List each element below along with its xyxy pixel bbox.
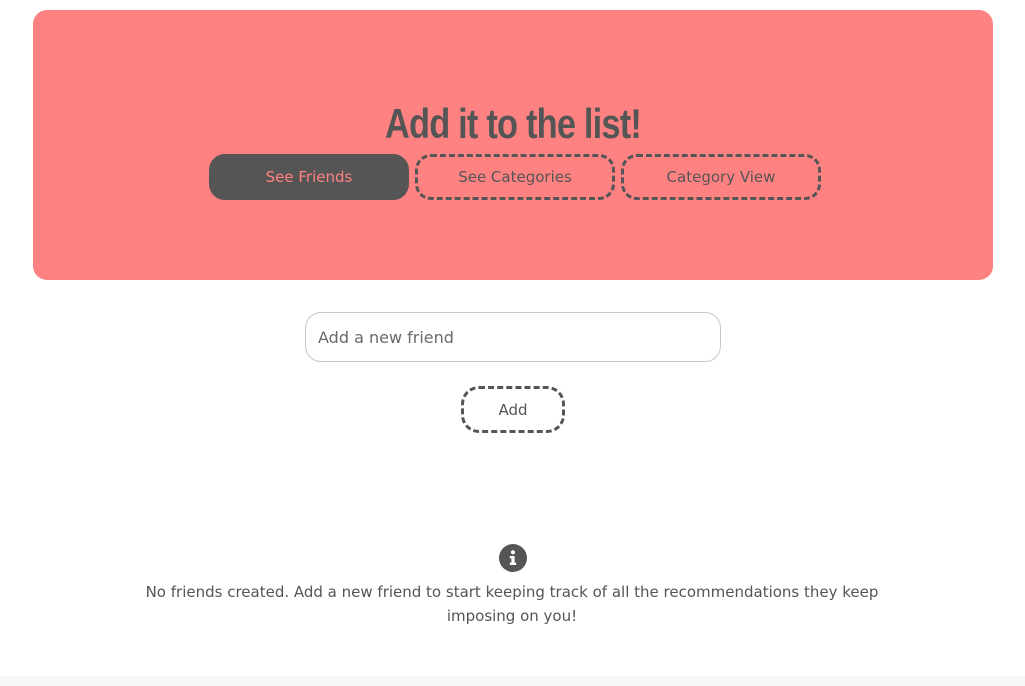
view-nav: See Friends See Categories Category View	[209, 154, 821, 200]
page: Add it to the list! See Friends See Cate…	[0, 0, 1025, 686]
category-view-button[interactable]: Category View	[621, 154, 821, 200]
page-bottom-edge	[0, 676, 1025, 686]
add-friend-button[interactable]: Add	[461, 386, 565, 433]
see-friends-button[interactable]: See Friends	[209, 154, 409, 200]
info-icon	[499, 544, 527, 572]
see-categories-button[interactable]: See Categories	[415, 154, 615, 200]
hero-banner: Add it to the list! See Friends See Cate…	[33, 10, 993, 280]
empty-state-message: No friends created. Add a new friend to …	[145, 583, 879, 625]
page-title: Add it to the list!	[384, 100, 642, 147]
new-friend-input[interactable]	[305, 312, 721, 362]
